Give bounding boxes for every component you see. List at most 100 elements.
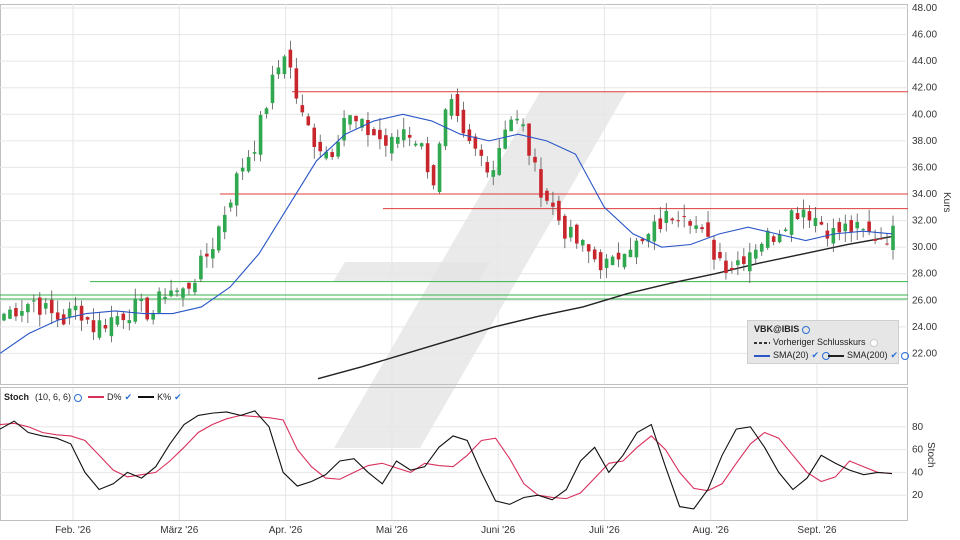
candle-body bbox=[187, 282, 191, 289]
candle-body bbox=[91, 320, 96, 333]
checkmark-icon[interactable]: ✔ bbox=[125, 392, 133, 402]
candle-body bbox=[139, 298, 144, 302]
d-line-icon bbox=[88, 396, 105, 399]
stoch-k-legend[interactable]: K% ✔ bbox=[138, 392, 182, 403]
x-tick-label: März '26 bbox=[160, 525, 198, 536]
candle-body bbox=[26, 304, 30, 313]
candle-body bbox=[563, 215, 567, 239]
stoch-params[interactable]: (10, 6, 6) bbox=[35, 392, 83, 402]
candle-body bbox=[312, 127, 317, 147]
candle-body bbox=[199, 255, 203, 280]
candle-body bbox=[73, 305, 78, 311]
candle-body bbox=[545, 190, 549, 201]
candle-body bbox=[533, 156, 537, 163]
price-axis-label: Kurs bbox=[941, 192, 952, 213]
candle-body bbox=[121, 313, 126, 321]
legend-sma20[interactable]: SMA(20) ✔ bbox=[754, 349, 831, 361]
price-tick-label: 28.00 bbox=[912, 269, 937, 280]
candle-body bbox=[79, 305, 84, 321]
candle-body bbox=[467, 129, 472, 142]
checkmark-icon[interactable]: ✔ bbox=[174, 392, 182, 402]
price-tick-label: 40.00 bbox=[912, 109, 937, 120]
stoch-d-legend[interactable]: D% ✔ bbox=[88, 392, 132, 403]
candle-body bbox=[395, 137, 400, 144]
candle-body bbox=[97, 320, 102, 338]
candle-body bbox=[724, 260, 728, 273]
candle-body bbox=[431, 165, 436, 186]
candle-body bbox=[366, 120, 370, 136]
candle-body bbox=[109, 317, 114, 337]
candle-body bbox=[497, 147, 502, 175]
candle-body bbox=[586, 244, 591, 252]
price-tick-label: 34.00 bbox=[912, 189, 937, 200]
price-tick-label: 36.00 bbox=[912, 162, 937, 173]
candle-body bbox=[43, 303, 48, 309]
stoch-d-line bbox=[0, 414, 893, 500]
candle-body bbox=[664, 210, 669, 223]
checkmark-icon[interactable]: ✔ bbox=[812, 350, 820, 360]
candle-body bbox=[831, 228, 836, 244]
stoch-tick-label: 80 bbox=[912, 422, 924, 433]
candle-body bbox=[849, 220, 854, 232]
candle-body bbox=[879, 238, 883, 240]
stoch-pane-frame bbox=[0, 387, 908, 521]
price-tick-label: 22.00 bbox=[912, 348, 937, 359]
candle-body bbox=[753, 249, 758, 259]
candle-body bbox=[300, 105, 305, 113]
candle-body bbox=[437, 143, 442, 192]
candle-body bbox=[246, 157, 251, 172]
candle-body bbox=[169, 290, 173, 297]
settings-icon[interactable] bbox=[802, 325, 811, 334]
price-tick-label: 48.00 bbox=[912, 3, 937, 14]
candle-body bbox=[604, 258, 609, 269]
legend-sma20-label: SMA(20) bbox=[773, 350, 809, 360]
candle-body bbox=[855, 221, 860, 229]
candle-body bbox=[163, 296, 167, 299]
candle-body bbox=[85, 317, 90, 320]
checkmark-icon[interactable]: ✔ bbox=[891, 350, 899, 360]
candle-body bbox=[407, 134, 412, 138]
x-tick-label: Aug. '26 bbox=[693, 525, 730, 536]
candle-body bbox=[730, 267, 734, 271]
candle-body bbox=[413, 143, 418, 146]
candle-body bbox=[479, 149, 484, 156]
candle-body bbox=[873, 238, 877, 241]
k-line-icon bbox=[138, 396, 155, 399]
candle-body bbox=[694, 225, 698, 229]
candle-body bbox=[354, 115, 358, 122]
candle-body bbox=[789, 210, 794, 235]
legend-prev-close-label: Vorheriger Schlusskurs bbox=[773, 337, 866, 347]
candle-body bbox=[712, 239, 716, 260]
candle-body bbox=[205, 253, 209, 257]
candle-body bbox=[294, 68, 299, 99]
candle-body bbox=[67, 308, 72, 317]
candle-body bbox=[401, 129, 406, 141]
sma200-line-icon bbox=[828, 354, 844, 357]
candle-body bbox=[682, 216, 686, 218]
legend-prev-close[interactable]: Vorheriger Schlusskurs bbox=[754, 336, 878, 348]
stoch-axis-label: Stoch bbox=[925, 442, 936, 468]
x-tick-label: Apr. '26 bbox=[269, 525, 303, 536]
candle-body bbox=[449, 99, 454, 116]
candle-body bbox=[503, 129, 507, 149]
candle-body bbox=[652, 221, 657, 242]
settings-icon[interactable] bbox=[901, 351, 910, 360]
legend-sma200[interactable]: SMA(200) ✔ bbox=[828, 349, 910, 361]
settings-icon[interactable] bbox=[74, 393, 83, 402]
stoch-params-label: (10, 6, 6) bbox=[35, 392, 72, 402]
candle-body bbox=[759, 243, 764, 252]
candle-body bbox=[670, 218, 675, 221]
candle-body bbox=[610, 256, 615, 266]
candle-body bbox=[795, 213, 800, 220]
candle-body bbox=[49, 299, 54, 314]
toggle-dot-icon[interactable] bbox=[869, 338, 878, 347]
candle-body bbox=[145, 297, 149, 320]
price-tick-label: 32.00 bbox=[912, 216, 937, 227]
candle-body bbox=[539, 169, 543, 198]
candle-body bbox=[706, 222, 710, 237]
watermark-logo-bar bbox=[333, 262, 490, 282]
candle-body bbox=[306, 116, 311, 126]
candle-body bbox=[807, 211, 812, 221]
candle-body bbox=[783, 229, 788, 232]
candle-body bbox=[825, 230, 830, 239]
